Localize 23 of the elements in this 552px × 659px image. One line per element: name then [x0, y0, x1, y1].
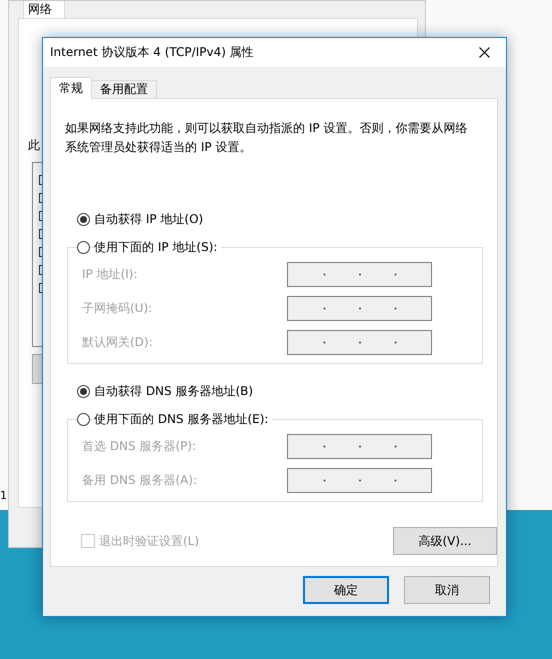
advanced-button[interactable]: 高级(V)...: [393, 527, 497, 555]
radio-button[interactable]: [77, 212, 90, 226]
window-title: Internet 协议版本 4 (TCP/IPv4) 属性: [50, 44, 254, 61]
radio-label: 使用下面的 DNS 服务器地址(E):: [94, 410, 272, 428]
radio-label: 使用下面的 IP 地址(S):: [94, 238, 222, 256]
description-text: 如果网络支持此功能，则可以获取自动指派的 IP 设置。否则，你需要从网络系统管理员处获得适当的 IP 设置。: [65, 120, 468, 156]
field-label: 备用 DNS 服务器(A):: [82, 472, 198, 489]
radio-button[interactable]: [77, 384, 90, 398]
tab[interactable]: 网络: [23, 1, 65, 19]
close-icon: [478, 47, 490, 58]
field-label: IP 地址(I):: [82, 266, 139, 283]
edge-text: 1: [0, 489, 7, 502]
tab[interactable]: 常规: [50, 77, 92, 99]
section-label: 此: [28, 137, 40, 154]
dialog-button[interactable]: 确定: [303, 576, 389, 604]
field-label: 首选 DNS 服务器(P):: [82, 438, 198, 455]
field-label: 默认网关(D):: [82, 334, 154, 351]
field-label: 子网掩码(U):: [82, 300, 154, 317]
dialog-button[interactable]: 取消: [404, 576, 490, 604]
tab[interactable]: 备用配置: [91, 80, 157, 99]
radio-button[interactable]: [77, 240, 90, 254]
checkbox-label: 退出时验证设置(L): [99, 532, 200, 550]
radio-button[interactable]: [77, 412, 90, 426]
